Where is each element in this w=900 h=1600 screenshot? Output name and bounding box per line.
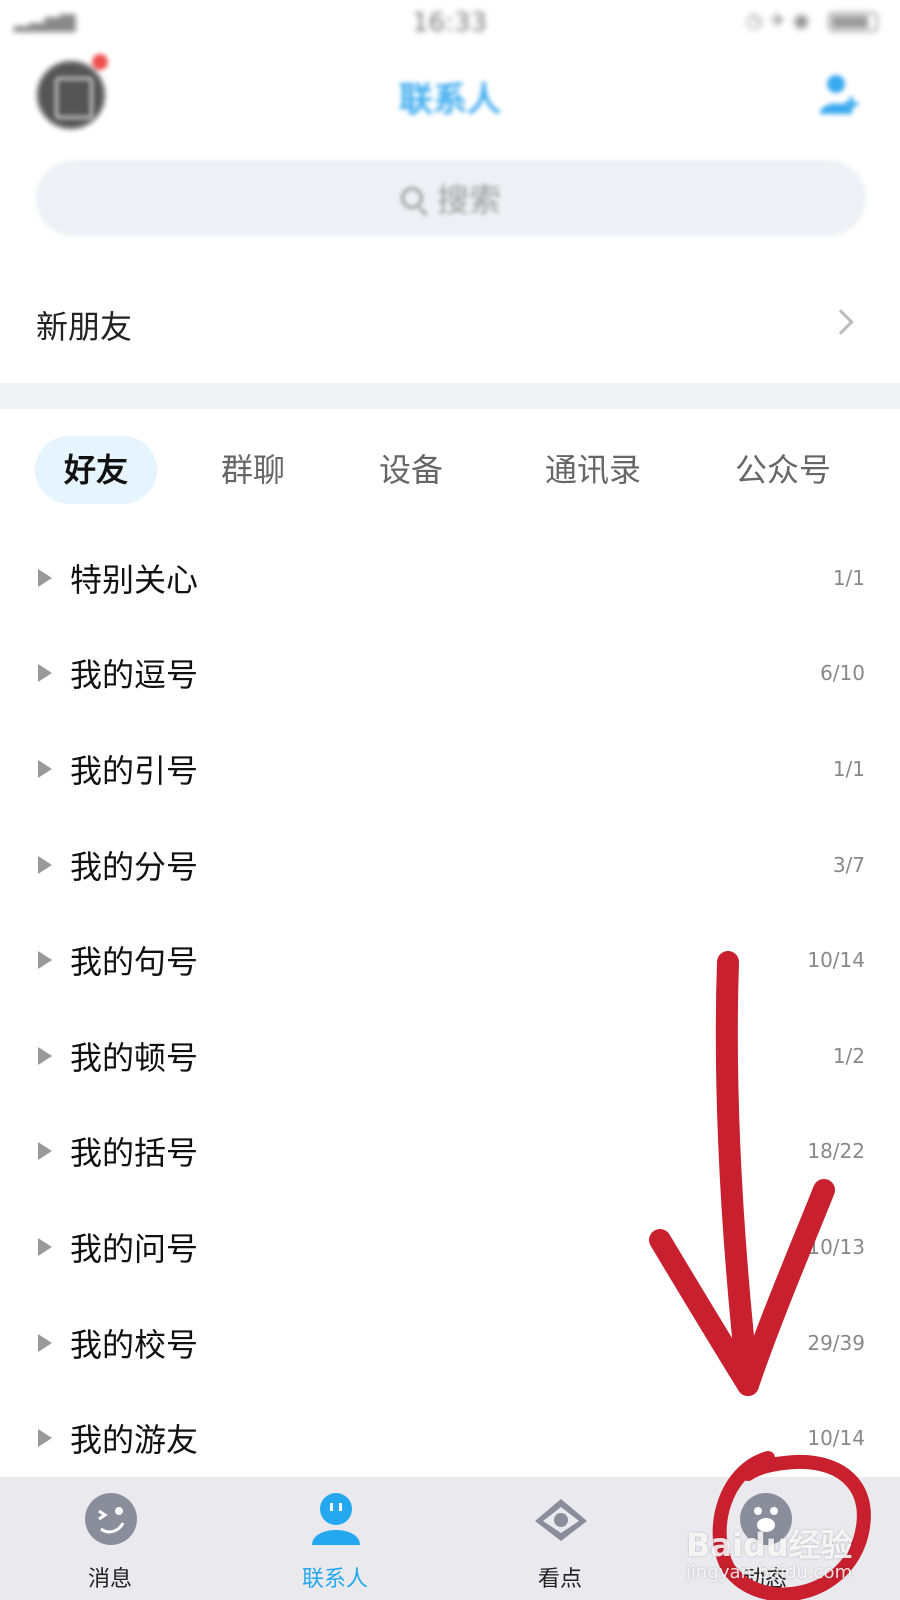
group-row[interactable]: 我的引号 1/1	[0, 721, 900, 817]
notification-dot	[92, 54, 108, 70]
group-row[interactable]: 我的问号 10/13	[0, 1199, 900, 1295]
expand-triangle-icon	[38, 568, 52, 587]
expand-triangle-icon	[38, 664, 52, 683]
group-count: 29/39	[807, 1330, 865, 1355]
group-count: 10/13	[807, 1234, 865, 1259]
group-name: 我的顿号	[70, 1038, 199, 1077]
group-count: 18/22	[807, 1139, 865, 1164]
group-name: 特别关心	[70, 560, 199, 599]
contacts-icon	[312, 1493, 360, 1545]
group-count: 3/7	[832, 852, 865, 877]
watermark-sub: jingyan.baidu.com	[686, 1562, 853, 1583]
expand-triangle-icon	[38, 855, 52, 874]
watermark-main: Baidu经验	[686, 1526, 853, 1564]
group-count: 1/2	[832, 1043, 865, 1068]
tab-address-book[interactable]: 通讯录	[520, 436, 666, 504]
watermark: Baidu经验 jingyan.baidu.com	[686, 1520, 886, 1590]
group-row[interactable]: 我的逗号 6/10	[0, 626, 900, 722]
status-time: 16:33	[412, 8, 487, 38]
expand-triangle-icon	[38, 759, 52, 778]
expand-triangle-icon	[38, 951, 52, 970]
group-row[interactable]: 我的游友 10/14	[0, 1390, 900, 1486]
group-name: 我的校号	[70, 1325, 199, 1364]
group-row[interactable]: 我的校号 29/39	[0, 1295, 900, 1391]
status-icons: ◷ ✈ ◉	[745, 8, 810, 32]
tab-groups[interactable]: 群聊	[200, 436, 306, 504]
group-row[interactable]: 特别关心 1/1	[0, 530, 900, 626]
group-count: 10/14	[807, 948, 865, 973]
expand-triangle-icon	[38, 1237, 52, 1256]
group-name: 我的句号	[70, 943, 199, 982]
expand-triangle-icon	[38, 1046, 52, 1065]
nav-contacts[interactable]: 联系人	[260, 1477, 410, 1600]
nav-messages[interactable]: 消息	[35, 1477, 185, 1600]
group-name: 我的逗号	[70, 656, 199, 695]
group-name: 我的分号	[70, 847, 199, 886]
search-icon	[400, 187, 423, 209]
group-count: 1/1	[832, 565, 865, 590]
nav-label: 联系人	[301, 1567, 368, 1592]
search-placeholder: 搜索	[436, 181, 501, 219]
group-name: 我的括号	[70, 1134, 199, 1173]
eye-icon	[535, 1499, 587, 1541]
friend-group-list: 特别关心 1/1 我的逗号 6/10 我的引号 1/1 我的分号 3/7 我的句…	[0, 530, 900, 1486]
group-name: 我的引号	[70, 751, 199, 790]
new-friends-label: 新朋友	[36, 308, 133, 346]
nav-label: 消息	[87, 1567, 132, 1592]
group-name: 我的游友	[70, 1421, 199, 1460]
battery-icon	[828, 12, 878, 32]
contact-tabs: 好友 群聊 设备 通讯录 公众号	[0, 436, 900, 504]
group-row[interactable]: 我的句号 10/14	[0, 912, 900, 1008]
group-count: 10/14	[807, 1426, 865, 1451]
nav-kandian[interactable]: 看点	[485, 1477, 635, 1600]
new-friends-row[interactable]: 新朋友	[0, 265, 900, 385]
chevron-right-icon	[828, 309, 854, 335]
tab-devices[interactable]: 设备	[358, 436, 464, 504]
group-row[interactable]: 我的括号 18/22	[0, 1104, 900, 1200]
tab-official-accounts[interactable]: 公众号	[710, 436, 856, 504]
group-row[interactable]: 我的顿号 1/2	[0, 1008, 900, 1104]
expand-triangle-icon	[38, 1333, 52, 1352]
message-icon	[85, 1493, 137, 1545]
section-divider	[0, 383, 900, 409]
nav-label: 看点	[537, 1567, 582, 1592]
expand-triangle-icon	[38, 1429, 52, 1448]
search-input[interactable]: 搜索	[36, 160, 866, 236]
group-count: 6/10	[820, 661, 865, 686]
header: 联系人	[0, 44, 900, 154]
group-name: 我的问号	[70, 1229, 199, 1268]
page-title: 联系人	[399, 80, 501, 120]
tab-friends[interactable]: 好友	[35, 436, 157, 504]
status-bar: ▂▃▅▆ 16:33 ◷ ✈ ◉	[0, 0, 900, 44]
group-row[interactable]: 我的分号 3/7	[0, 817, 900, 913]
expand-triangle-icon	[38, 1142, 52, 1161]
add-contact-icon[interactable]	[818, 72, 858, 116]
group-count: 1/1	[832, 756, 865, 781]
signal-icon: ▂▃▅▆	[14, 8, 76, 32]
